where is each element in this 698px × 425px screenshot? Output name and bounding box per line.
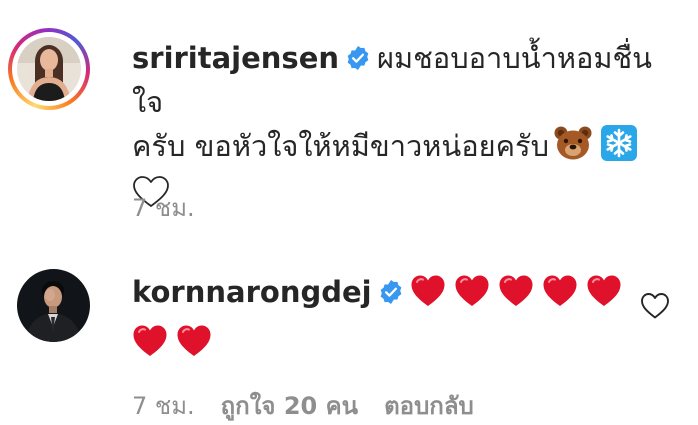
comment-meta: 7 ชม.	[132, 188, 221, 227]
username-link[interactable]: sriritajensen	[132, 41, 339, 75]
red-hearts-line1	[410, 274, 630, 320]
comment-meta: 7 ชม. ถูกใจ 20 คน ตอบกลับ	[132, 386, 474, 425]
reply-button[interactable]: ตอบกลับ	[384, 392, 474, 420]
red-heart-icon	[499, 275, 533, 306]
red-heart-icon	[543, 275, 577, 306]
comment-kornnarongdej: kornnarongdej 7 ชม. ถูกใจ 20 คน ตอบกลับ	[0, 240, 698, 424]
comment-time[interactable]: 7 ชม.	[132, 194, 195, 222]
comment-text-line2: ครับ ขอหัวใจให้หมีขาวหน่อยครับ	[132, 129, 550, 163]
likes-count-link[interactable]: ถูกใจ 20 คน	[221, 392, 358, 420]
comment-sriritajensen: sriritajensen ผมชอบอาบน้ำหอมชื่นใจ ครับ …	[0, 0, 698, 240]
username-link[interactable]: kornnarongdej	[132, 275, 372, 309]
red-heart-icon	[455, 275, 489, 306]
avatar[interactable]	[17, 37, 81, 101]
comment-text-block: kornnarongdej	[132, 270, 632, 370]
red-hearts-line2	[132, 324, 220, 370]
like-button[interactable]	[640, 292, 670, 320]
verified-badge-icon	[380, 279, 401, 305]
red-heart-icon	[133, 325, 167, 356]
red-heart-icon	[411, 275, 445, 306]
red-heart-icon	[587, 275, 621, 306]
avatar[interactable]	[17, 269, 90, 342]
story-ring[interactable]	[8, 28, 90, 110]
comment-time[interactable]: 7 ชม.	[132, 392, 195, 420]
snowflake-icon	[601, 125, 638, 173]
red-heart-icon	[177, 325, 211, 356]
heart-outline-icon	[641, 293, 669, 319]
verified-badge-icon	[347, 45, 369, 71]
bear-face-icon	[553, 125, 593, 173]
